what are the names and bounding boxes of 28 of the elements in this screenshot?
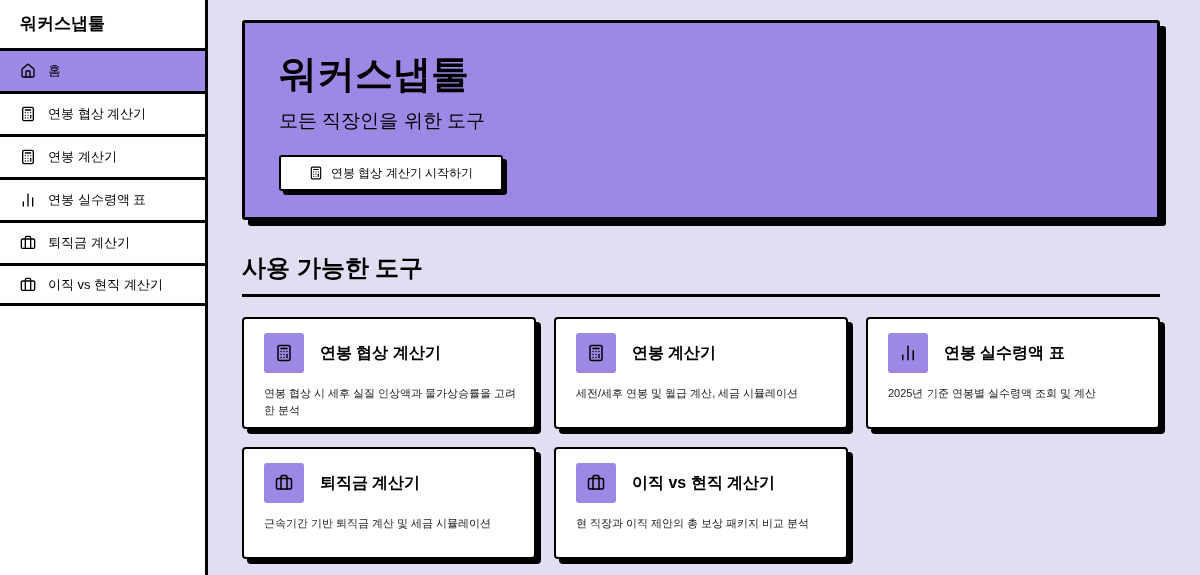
card-description: 현 직장과 이직 제안의 총 보상 패키지 비교 분석	[576, 516, 811, 531]
calculator-icon	[20, 106, 36, 122]
card-description: 세전/세후 연봉 및 월급 계산, 세금 시뮬레이션	[576, 386, 800, 401]
card-title: 이직 vs 현직 계산기	[632, 473, 776, 493]
card-description: 2025년 기준 연봉별 실수령액 조회 및 계산	[888, 386, 1097, 401]
card-description: 연봉 협상 시 세후 실질 인상액과 물가상승률을 고려한 분석	[264, 386, 518, 418]
hero-subtitle: 모든 직장인을 위한 도구	[279, 108, 485, 133]
briefcase-icon	[587, 474, 605, 492]
calculator-icon	[587, 344, 605, 362]
app-title: 워커스냅툴	[20, 13, 105, 36]
home-icon	[20, 63, 36, 79]
hero-title: 워커스냅툴	[279, 52, 469, 97]
card-description: 근속기간 기반 퇴직금 계산 및 세금 시뮬레이션	[264, 516, 493, 531]
card-title: 연봉 계산기	[632, 343, 717, 363]
card-title: 연봉 협상 계산기	[320, 343, 441, 363]
calculator-icon	[275, 344, 293, 362]
bar-chart-icon	[899, 344, 917, 362]
bar-chart-icon	[20, 192, 36, 208]
briefcase-icon	[275, 474, 293, 492]
calculator-icon	[309, 166, 323, 180]
briefcase-icon	[20, 235, 36, 251]
card-title: 연봉 실수령액 표	[944, 343, 1065, 363]
sidebar-item[interactable]: 홈	[0, 48, 205, 91]
card-title: 퇴직금 계산기	[320, 473, 421, 493]
sidebar-item[interactable]: 이직 vs 현직 계산기	[0, 263, 205, 306]
section-title: 사용 가능한 도구	[242, 250, 1160, 297]
briefcase-icon	[20, 276, 36, 293]
calculator-icon	[20, 149, 36, 165]
